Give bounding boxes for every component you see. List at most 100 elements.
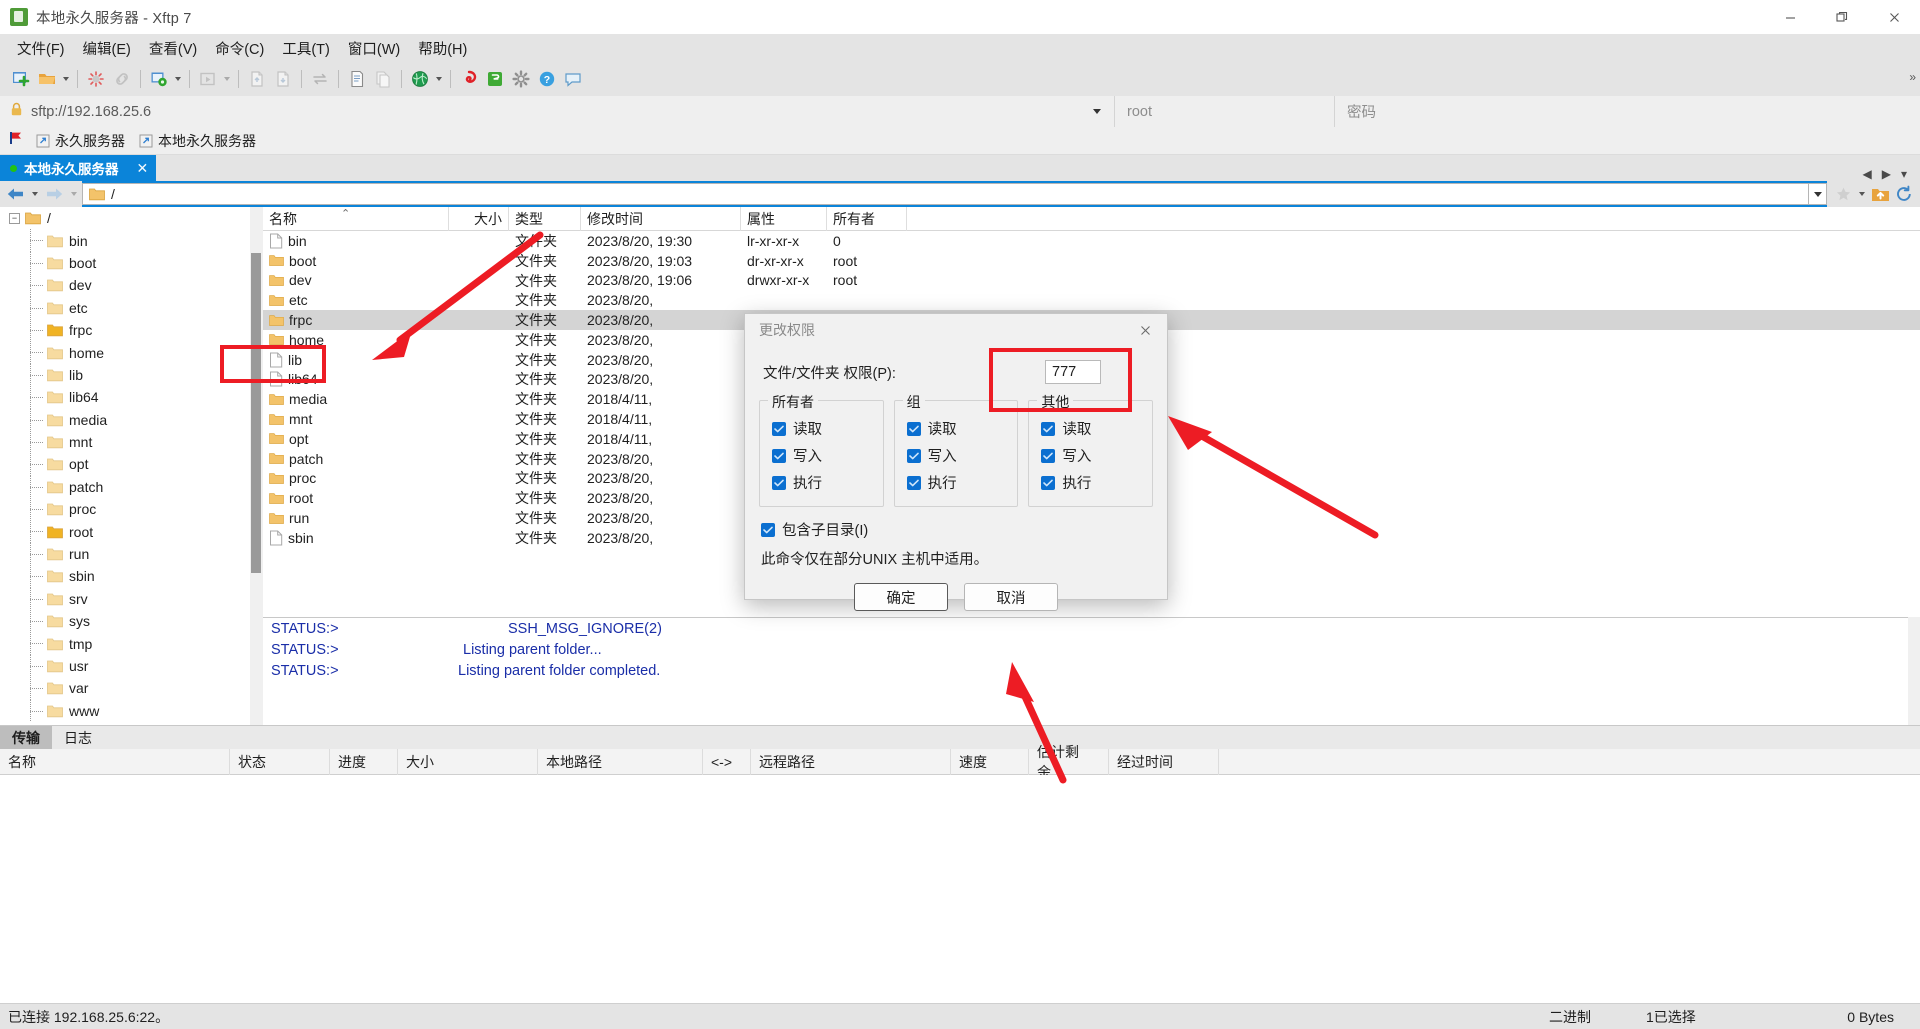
tree-item-proc[interactable]: proc	[0, 498, 261, 521]
cancel-button[interactable]: 取消	[964, 583, 1058, 611]
tree-item-boot[interactable]: boot	[0, 251, 261, 275]
transfer-col-header[interactable]: 经过时间	[1109, 748, 1219, 775]
tree-scrollbar[interactable]	[250, 207, 262, 725]
tree-item-sbin[interactable]: sbin	[0, 565, 261, 589]
tree-item-sys[interactable]: sys	[0, 610, 261, 633]
col-type[interactable]: 类型	[509, 207, 581, 231]
options-icon[interactable]	[508, 66, 534, 92]
tree-item-bin[interactable]: bin	[0, 229, 261, 253]
permission-checkbox-row[interactable]: 读取	[1029, 415, 1152, 442]
check-icon[interactable]	[1041, 421, 1056, 436]
check-icon[interactable]	[906, 448, 921, 463]
browse-web-icon[interactable]	[407, 66, 433, 92]
col-size[interactable]: 大小	[449, 207, 509, 231]
check-icon[interactable]	[772, 448, 786, 463]
tab-scroll-right-icon[interactable]: ▶	[1877, 167, 1896, 181]
favorite-dropdown-icon[interactable]	[1855, 192, 1868, 196]
col-name[interactable]: 名称 ⌃	[263, 207, 449, 231]
help-icon[interactable]: ?	[534, 66, 560, 92]
transfer-settings-dropdown-icon[interactable]	[172, 66, 184, 92]
transfer-col-header[interactable]: 速度	[951, 748, 1029, 775]
refresh-icon[interactable]	[1892, 185, 1916, 203]
red-flag-icon[interactable]	[8, 130, 24, 151]
tree-item-media[interactable]: media	[0, 408, 261, 432]
ok-button[interactable]: 确定	[854, 583, 948, 611]
username-input[interactable]: root	[1115, 96, 1335, 127]
tree-item-opt[interactable]: opt	[0, 453, 261, 477]
open-folder-dropdown-icon[interactable]	[60, 66, 72, 92]
tree-expander-root[interactable]: −	[8, 212, 21, 224]
permission-checkbox-row[interactable]: 读取	[760, 415, 883, 442]
transfer-settings-icon[interactable]	[146, 66, 172, 92]
menu-window[interactable]: 窗口(W)	[339, 35, 409, 62]
tree-item-home[interactable]: home	[0, 341, 261, 365]
close-icon[interactable]	[1123, 314, 1167, 346]
tree-item-run[interactable]: run	[0, 542, 261, 566]
check-icon[interactable]	[906, 475, 921, 490]
check-icon[interactable]	[1041, 475, 1056, 490]
tree-item-usr[interactable]: usr	[0, 654, 261, 678]
toolbar-overflow-icon[interactable]: »	[1909, 70, 1916, 84]
transfer-col-header[interactable]: <->	[703, 748, 751, 775]
new-session-icon[interactable]	[8, 66, 34, 92]
path-dropdown-icon[interactable]	[1809, 183, 1827, 205]
check-icon[interactable]	[772, 421, 786, 436]
tree-root[interactable]: − /	[0, 207, 261, 229]
star-icon[interactable]	[1831, 186, 1855, 203]
permission-checkbox-row[interactable]: 写入	[760, 442, 883, 469]
table-row[interactable]: dev 文件夹 2023/8/20, 19:06 drwxr-xr-x root	[263, 271, 1920, 291]
tab-transfer[interactable]: 传输	[0, 726, 52, 749]
menu-command[interactable]: 命令(C)	[206, 35, 273, 62]
permission-checkbox-row[interactable]: 写入	[895, 442, 1018, 469]
transfer-col-header[interactable]: 名称	[0, 748, 230, 775]
tree-item-etc[interactable]: etc	[0, 296, 261, 320]
permission-input[interactable]: 777	[1045, 360, 1101, 384]
parent-folder-icon[interactable]	[1868, 186, 1892, 203]
col-owner[interactable]: 所有者	[827, 207, 907, 231]
minimize-button[interactable]	[1764, 0, 1816, 34]
check-icon[interactable]	[1041, 448, 1056, 463]
tree-item-lib[interactable]: lib	[0, 363, 261, 387]
permission-checkbox-row[interactable]: 执行	[1029, 469, 1152, 496]
directory-tree[interactable]: − / bin boot dev etc frpc home lib lib64 media mn…	[0, 207, 262, 725]
status-log[interactable]: STATUS:> SSH_MSG_IGNORE(2) STATUS:> Listing…	[263, 617, 1920, 725]
transfer-list-body[interactable]	[0, 775, 1920, 1003]
permission-checkbox-row[interactable]: 读取	[895, 415, 1018, 442]
tree-item-root[interactable]: root	[0, 520, 261, 544]
tab-close-icon[interactable]: ✕	[137, 160, 149, 177]
tree-item-www[interactable]: www	[0, 699, 261, 723]
tab-local-permanent-server[interactable]: 本地永久服务器 ✕	[0, 155, 157, 181]
permission-checkbox-row[interactable]: 执行	[895, 469, 1018, 496]
log-scrollbar[interactable]	[1908, 617, 1920, 725]
menu-view[interactable]: 查看(V)	[140, 35, 206, 62]
xftp-icon[interactable]	[482, 66, 508, 92]
col-attr[interactable]: 属性	[741, 207, 827, 231]
menu-file[interactable]: 文件(F)	[8, 35, 74, 62]
check-icon[interactable]	[772, 475, 786, 490]
path-input[interactable]: /	[82, 183, 1809, 205]
transfer-col-header[interactable]: 进度	[330, 748, 398, 775]
permission-checkbox-row[interactable]: 执行	[760, 469, 883, 496]
address-dropdown-icon[interactable]	[1084, 96, 1110, 127]
table-row[interactable]: etc 文件夹 2023/8/20,	[263, 290, 1920, 310]
tree-item-lib64[interactable]: lib64	[0, 386, 261, 409]
col-mtime[interactable]: 修改时间	[581, 207, 741, 231]
tree-item-srv[interactable]: srv	[0, 587, 261, 611]
menu-help[interactable]: 帮助(H)	[409, 35, 476, 62]
close-button[interactable]	[1868, 0, 1920, 34]
password-input[interactable]: 密码	[1335, 96, 1920, 127]
tree-scrollbar-thumb[interactable]	[251, 253, 261, 573]
xshell-icon[interactable]	[456, 66, 482, 92]
include-subdirectories-row[interactable]: 包含子目录(I)	[745, 507, 1167, 540]
tree-item-tmp[interactable]: tmp	[0, 632, 261, 656]
include-subdirectories-checkbox[interactable]	[761, 522, 775, 537]
transfer-col-header[interactable]: 本地路径	[538, 748, 703, 775]
browse-web-dropdown-icon[interactable]	[433, 66, 445, 92]
feedback-icon[interactable]	[560, 66, 586, 92]
tree-item-var[interactable]: var	[0, 677, 261, 700]
menu-edit[interactable]: 编辑(E)	[74, 35, 140, 62]
tab-menu-icon[interactable]: ▾	[1896, 167, 1912, 181]
back-dropdown-icon[interactable]	[28, 192, 41, 196]
bookmark-item-1[interactable]: 本地永久服务器	[139, 131, 256, 151]
menu-tools[interactable]: 工具(T)	[273, 35, 339, 62]
